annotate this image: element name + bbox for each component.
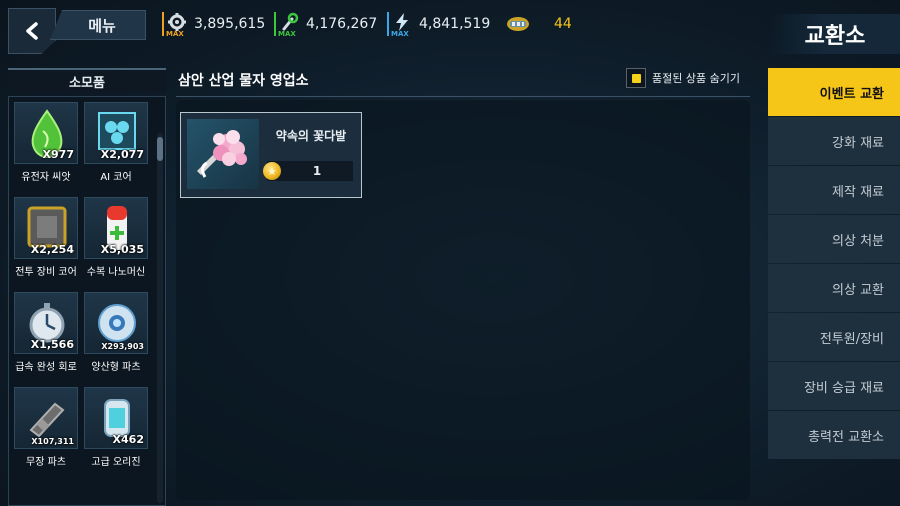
- resource-value: 4,176,267: [306, 16, 378, 32]
- item-count: X107,311: [31, 437, 74, 446]
- nav-craft-materials[interactable]: 제작 재료: [768, 166, 900, 214]
- resource-value: 3,895,615: [194, 16, 266, 32]
- resource-gear: MAX 3,895,615: [162, 12, 266, 38]
- item-count: X5,035: [100, 243, 144, 256]
- item-count: X293,903: [101, 342, 144, 351]
- item-name: 전투 장비 코어: [15, 267, 77, 278]
- scroll-track: [157, 133, 163, 503]
- coin-icon: [263, 162, 281, 180]
- shop-item-thumbnail: [187, 119, 259, 189]
- shop-item-price: 1: [263, 161, 353, 181]
- item-name: 양산형 파츠: [91, 362, 141, 373]
- resource-ticket: 44: [506, 12, 572, 36]
- bouquet-icon: [197, 130, 247, 178]
- max-badge: MAX: [166, 30, 184, 38]
- scrollbar-thumb[interactable]: [157, 137, 163, 161]
- inventory-item[interactable]: X293,903 양산형 파츠: [84, 292, 148, 374]
- item-count: X2,077: [100, 148, 144, 161]
- shop-item-area: 약속의 꽃다발 1: [176, 100, 750, 500]
- inventory-item[interactable]: X1,566 급속 완성 회로: [14, 292, 78, 374]
- nav-total-war-exchange[interactable]: 총력전 교환소: [768, 411, 900, 459]
- consumables-list[interactable]: X977 유전자 씨앗 X2,077 AI 코어 X2,254 전투 장비 코어…: [8, 96, 166, 506]
- nav-event-exchange[interactable]: 이벤트 교환: [768, 68, 900, 116]
- consumables-header: 소모품: [8, 68, 166, 92]
- resource-lightning: MAX 4,841,519: [387, 12, 491, 38]
- wrench-icon: MAX: [274, 12, 302, 38]
- inventory-item[interactable]: X107,311 무장 파츠: [14, 387, 78, 469]
- hide-sold-out-label: 품절된 상품 숨기기: [652, 72, 740, 85]
- item-name: 수복 나노머신: [86, 267, 146, 278]
- item-count: X977: [42, 148, 74, 161]
- back-arrow-icon: [26, 22, 38, 40]
- menu-button[interactable]: 메뉴: [50, 10, 146, 40]
- divider: [176, 96, 750, 97]
- inventory-item[interactable]: X977 유전자 씨앗: [14, 102, 78, 184]
- shop-item-card[interactable]: 약속의 꽃다발 1: [180, 112, 362, 198]
- nav-costume-disposal[interactable]: 의상 처분: [768, 215, 900, 263]
- price-value: 1: [312, 164, 322, 178]
- resource-value: 4,841,519: [419, 16, 491, 32]
- nav-costume-exchange[interactable]: 의상 교환: [768, 264, 900, 312]
- nav-combatant-equipment[interactable]: 전투원/장비: [768, 313, 900, 361]
- item-name: 급속 완성 회로: [15, 362, 77, 373]
- lightning-icon: MAX: [387, 12, 415, 38]
- hide-sold-out-checkbox[interactable]: [626, 68, 646, 88]
- nav-equipment-promotion[interactable]: 장비 승급 재료: [768, 362, 900, 410]
- page-title: 교환소: [770, 14, 900, 54]
- max-badge: MAX: [278, 30, 296, 38]
- item-name: AI 코어: [100, 172, 132, 183]
- shop-title: 삼안 산업 물자 영업소: [178, 73, 309, 89]
- hide-sold-out-toggle[interactable]: 품절된 상품 숨기기: [626, 68, 740, 88]
- item-name: 고급 오리진: [91, 457, 141, 468]
- inventory-item[interactable]: X2,254 전투 장비 코어: [14, 197, 78, 279]
- ticket-icon: [507, 17, 529, 31]
- resource-wrench: MAX 4,176,267: [274, 12, 378, 38]
- back-button[interactable]: [8, 8, 56, 54]
- resource-value: 44: [554, 16, 572, 32]
- top-bar: 메뉴 MAX 3,895,615 MAX 4,176,267 MAX 4,841…: [0, 0, 900, 54]
- item-count: X462: [112, 433, 144, 446]
- gear-icon: MAX: [162, 12, 190, 38]
- item-name: 무장 파츠: [26, 457, 66, 468]
- item-name: 유전자 씨앗: [21, 172, 71, 183]
- item-count: X2,254: [30, 243, 74, 256]
- shop-item-name: 약속의 꽃다발: [275, 129, 347, 143]
- inventory-item[interactable]: X2,077 AI 코어: [84, 102, 148, 184]
- item-count: X1,566: [30, 338, 74, 351]
- inventory-item[interactable]: X462 고급 오리진: [84, 387, 148, 469]
- consumables-panel: 소모품 X977 유전자 씨앗 X2,077 AI 코어 X2,254 전투 장…: [8, 68, 166, 506]
- inventory-item[interactable]: X5,035 수복 나노머신: [84, 197, 148, 279]
- nav-upgrade-materials[interactable]: 강화 재료: [768, 117, 900, 165]
- max-badge: MAX: [391, 30, 409, 38]
- exchange-category-nav: 이벤트 교환 강화 재료 제작 재료 의상 처분 의상 교환 전투원/장비 장비…: [768, 68, 900, 460]
